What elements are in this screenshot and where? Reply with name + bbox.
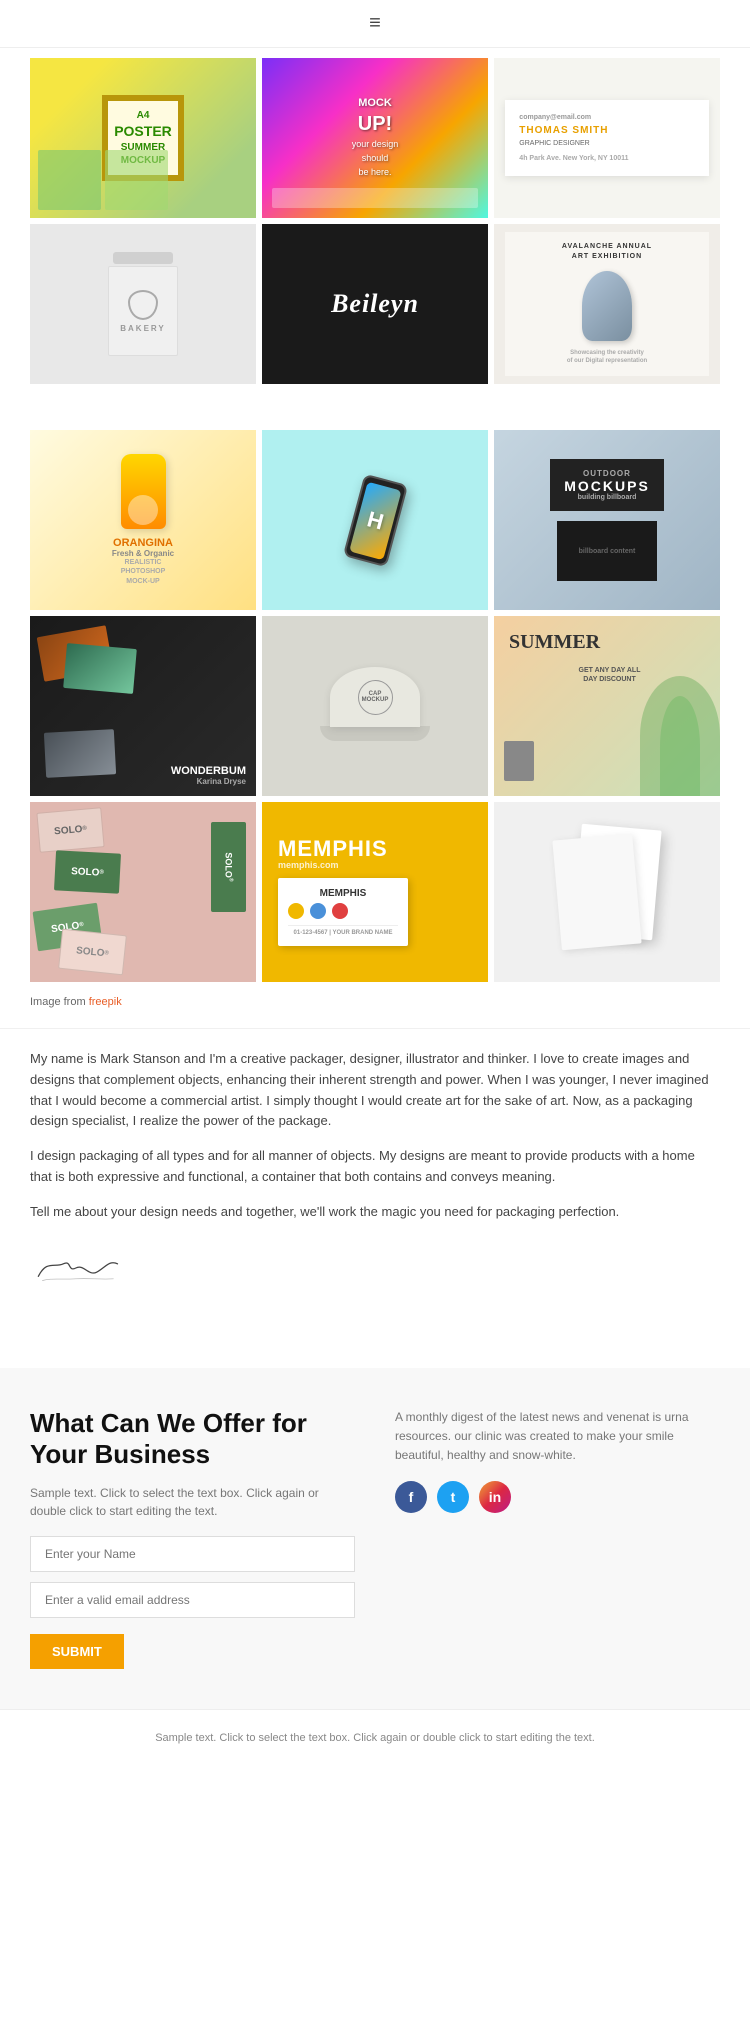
cta-right-body: A monthly digest of the latest news and … bbox=[395, 1408, 720, 1466]
grid-row-2: BAKERY Beileyn AVALANCHE ANNUALART EXHIB… bbox=[30, 224, 720, 384]
portfolio-tile-2[interactable]: MOCKUP!your designshouldbe here. bbox=[262, 58, 488, 218]
image-source: Image from freepik bbox=[0, 988, 750, 1028]
portfolio-tile-3[interactable]: company@email.com THOMAS SMITHGraphic De… bbox=[494, 58, 720, 218]
bio-paragraph-2: I design packaging of all types and for … bbox=[30, 1146, 720, 1188]
portfolio-tile-10[interactable]: WONDERBUM Karina Dryse bbox=[30, 616, 256, 796]
portfolio-section-2: ORANGINA Fresh & Organic REALISTICPHOTOS… bbox=[0, 430, 750, 982]
grid-row-4: WONDERBUM Karina Dryse CAPMOCKUP bbox=[30, 616, 720, 796]
cta-right: A monthly digest of the latest news and … bbox=[395, 1408, 720, 1669]
header: ≡ bbox=[0, 0, 750, 48]
footer: Sample text. Click to select the text bo… bbox=[0, 1709, 750, 1768]
name-input[interactable] bbox=[30, 1536, 355, 1572]
portfolio-tile-9[interactable]: OUTDOOR MOCKUPS building billboard billb… bbox=[494, 430, 720, 610]
bio-paragraph-1: My name is Mark Stanson and I'm a creati… bbox=[30, 1049, 720, 1132]
portfolio-tile-15[interactable]: M bbox=[494, 802, 720, 982]
twitter-icon[interactable]: t bbox=[437, 1481, 469, 1513]
email-input[interactable] bbox=[30, 1582, 355, 1618]
grid-row-1: A4POSTERSUMMERMOCKUP MOCKUP!your designs… bbox=[30, 58, 720, 218]
portfolio-tile-11[interactable]: CAPMOCKUP bbox=[262, 616, 488, 796]
portfolio-section-1: A4POSTERSUMMERMOCKUP MOCKUP!your designs… bbox=[0, 58, 750, 384]
grid-row-3: ORANGINA Fresh & Organic REALISTICPHOTOS… bbox=[30, 430, 720, 610]
instagram-icon[interactable]: in bbox=[479, 1481, 511, 1513]
cta-section: What Can We Offer for Your Business Samp… bbox=[0, 1368, 750, 1709]
submit-button[interactable]: SUBMIT bbox=[30, 1634, 124, 1669]
bio-paragraph-3: Tell me about your design needs and toge… bbox=[30, 1202, 720, 1223]
grid-row-5: SOLO® SOLO® SOLO® SOLO® SOLO® MEMPHIS me… bbox=[30, 802, 720, 982]
facebook-icon[interactable]: f bbox=[395, 1481, 427, 1513]
social-icons: f t in bbox=[395, 1481, 720, 1513]
portfolio-tile-14[interactable]: MEMPHIS memphis.com MEMPHIS 01-123-4567 … bbox=[262, 802, 488, 982]
portfolio-tile-5[interactable]: Beileyn bbox=[262, 224, 488, 384]
portfolio-tile-13[interactable]: SOLO® SOLO® SOLO® SOLO® SOLO® bbox=[30, 802, 256, 982]
portfolio-tile-12[interactable]: SUMMER GET ANY DAY ALLDAY DISCOUNT bbox=[494, 616, 720, 796]
portfolio-tile-7[interactable]: ORANGINA Fresh & Organic REALISTICPHOTOS… bbox=[30, 430, 256, 610]
grid-spacer bbox=[0, 390, 750, 420]
signature-svg bbox=[30, 1243, 130, 1293]
cta-left-body: Sample text. Click to select the text bo… bbox=[30, 1484, 355, 1520]
beileyn-text: Beileyn bbox=[331, 289, 419, 319]
portfolio-tile-1[interactable]: A4POSTERSUMMERMOCKUP bbox=[30, 58, 256, 218]
portfolio-tile-4[interactable]: BAKERY bbox=[30, 224, 256, 384]
signature bbox=[30, 1243, 720, 1298]
bio-section: My name is Mark Stanson and I'm a creati… bbox=[0, 1028, 750, 1368]
portfolio-tile-8[interactable]: H bbox=[262, 430, 488, 610]
cta-left: What Can We Offer for Your Business Samp… bbox=[30, 1408, 355, 1669]
freepik-link[interactable]: freepik bbox=[89, 996, 122, 1008]
footer-text: Sample text. Click to select the text bo… bbox=[30, 1730, 720, 1748]
portfolio-tile-6[interactable]: AVALANCHE ANNUALART EXHIBITION Showcasin… bbox=[494, 224, 720, 384]
hamburger-icon[interactable]: ≡ bbox=[369, 12, 381, 35]
cta-heading: What Can We Offer for Your Business bbox=[30, 1408, 355, 1470]
